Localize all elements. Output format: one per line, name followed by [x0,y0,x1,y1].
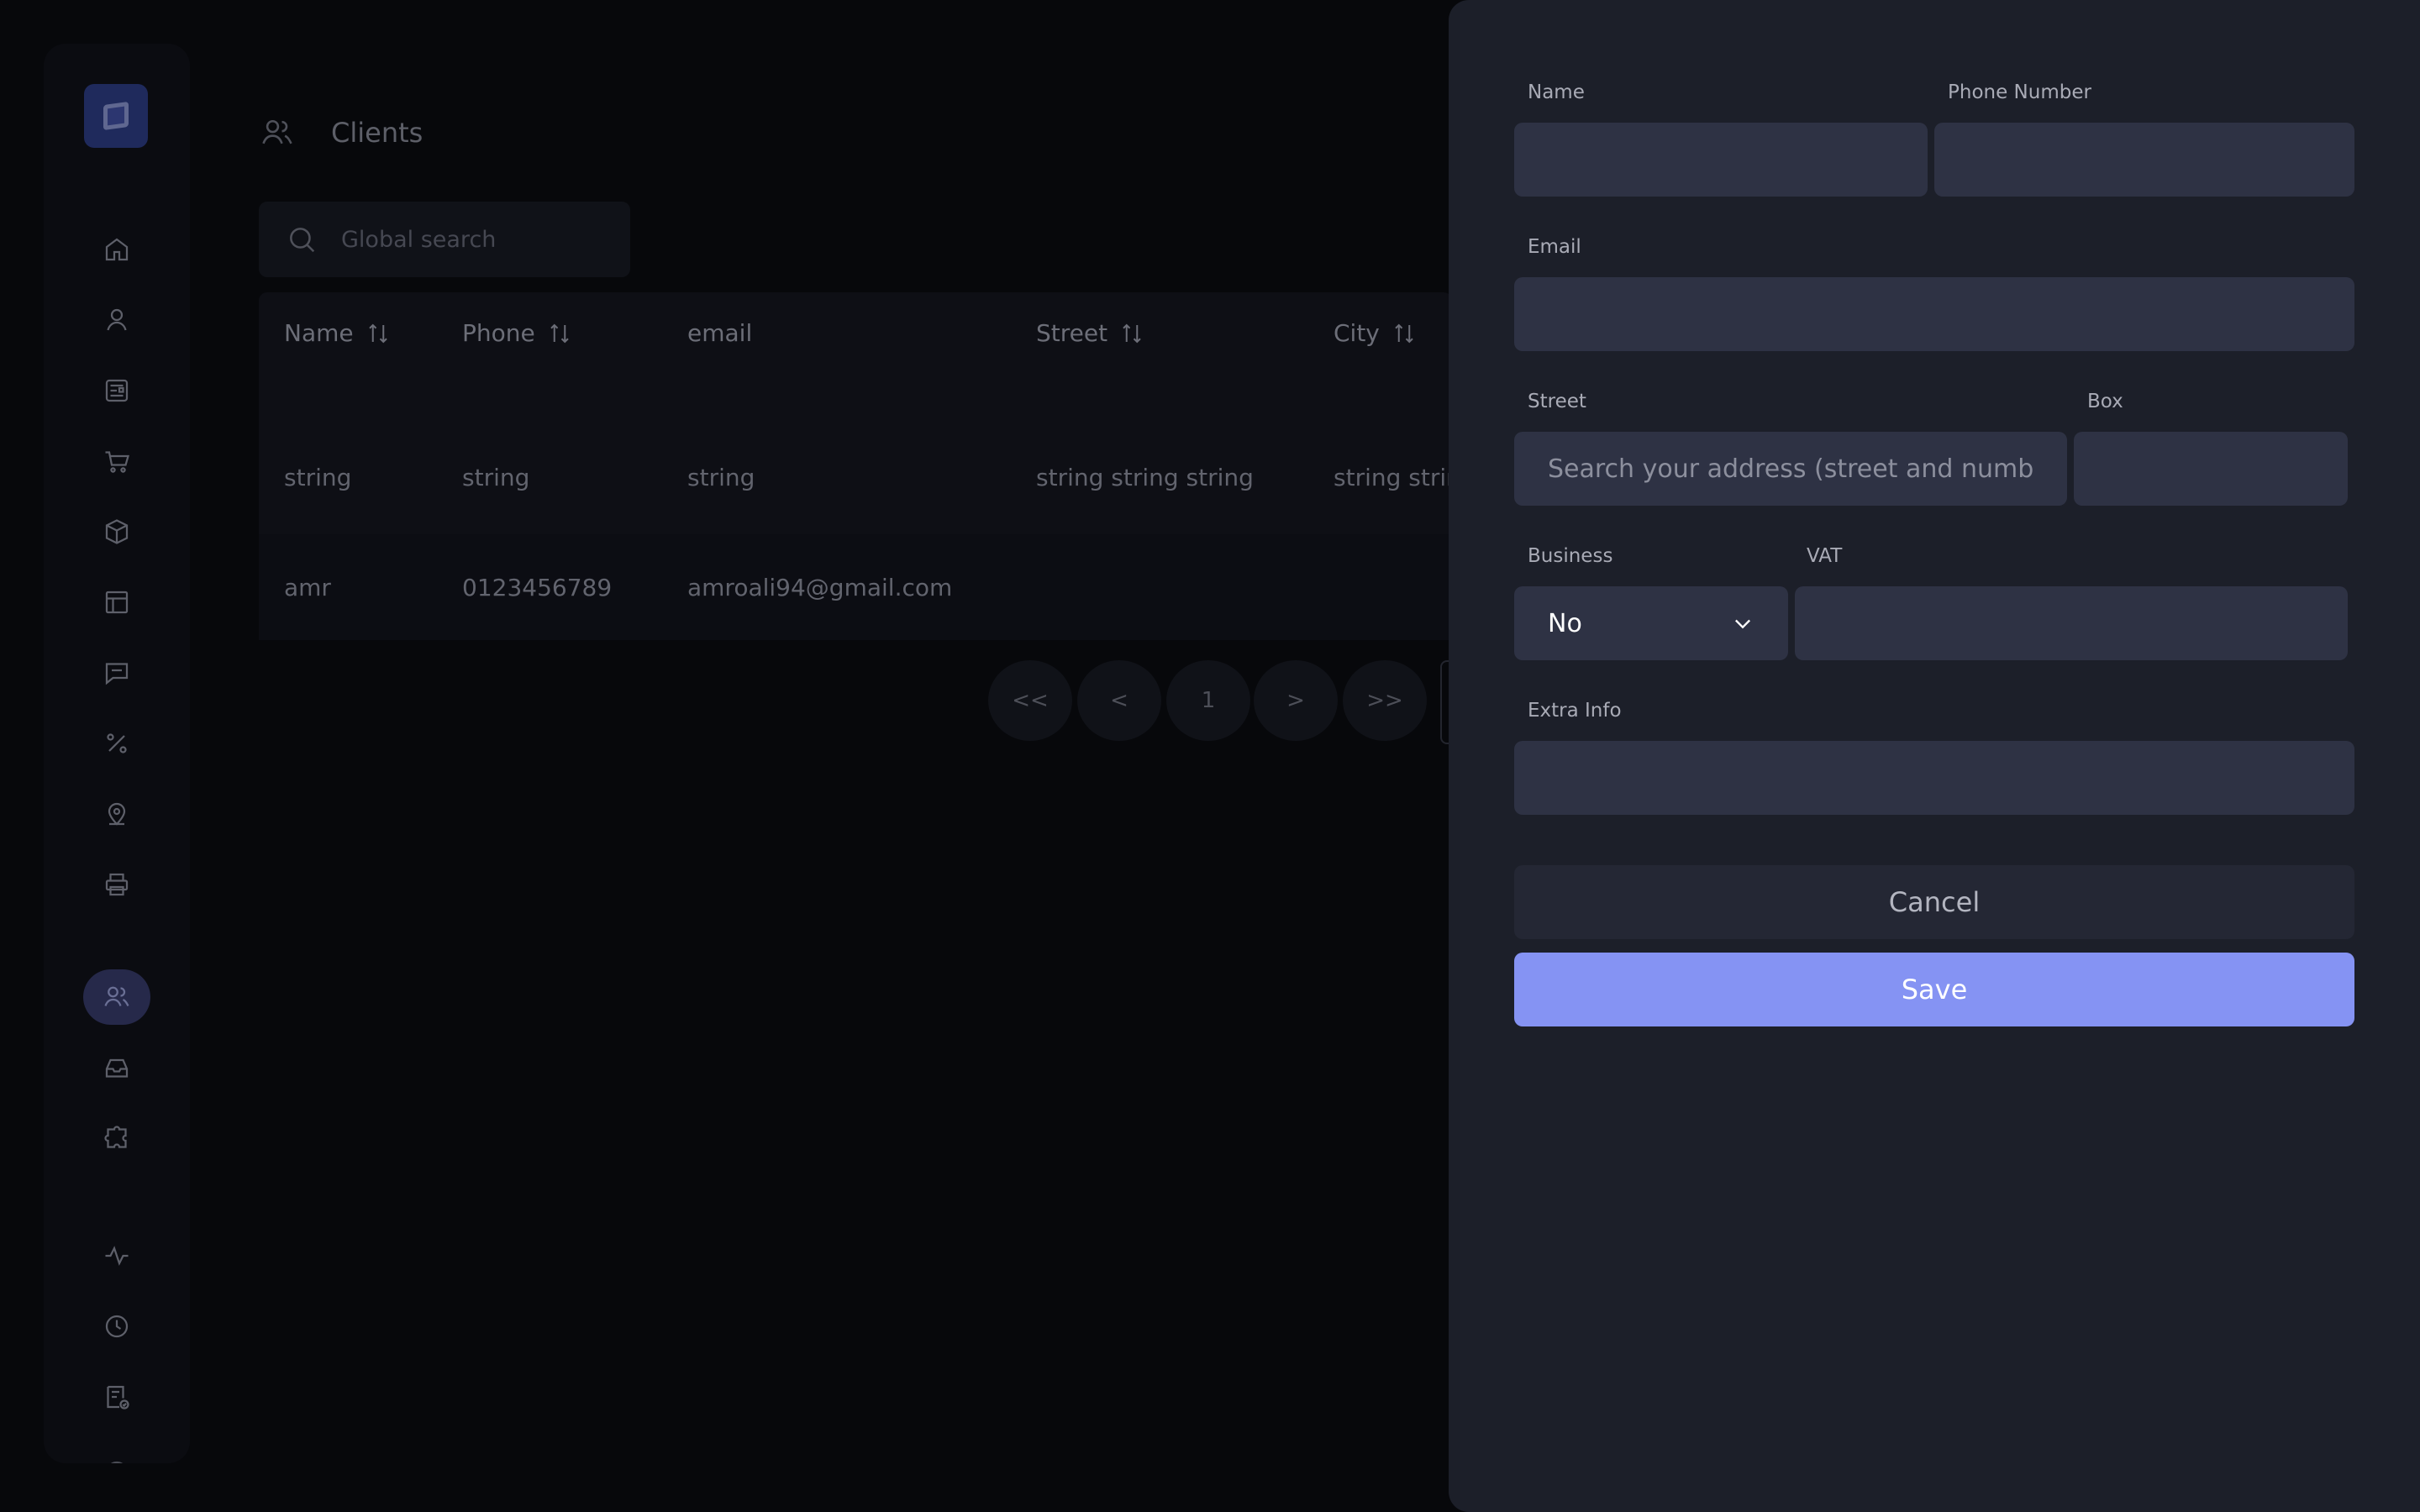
table-cell: amr [284,574,331,601]
table-cell: amroali94@gmail.com [687,574,953,601]
home-icon[interactable] [83,222,150,277]
message-icon[interactable] [83,645,150,701]
box-icon[interactable] [83,504,150,559]
printer-icon[interactable] [83,857,150,912]
last-page-label: >> [1366,688,1403,713]
email-field[interactable] [1514,277,2354,351]
column-header-email[interactable]: email [687,319,752,347]
page-header: Clients [259,114,423,151]
table-cell: string string string [1036,464,1254,491]
street-label: Street [1528,391,1586,412]
column-header-label: City [1334,319,1380,347]
box-field[interactable] [2074,432,2348,506]
column-header-label: Phone [462,319,535,347]
save-button[interactable]: Save [1514,953,2354,1026]
business-value: No [1548,608,1582,638]
column-header-city[interactable]: City [1334,319,1417,347]
cancel-button[interactable]: Cancel [1514,865,2354,939]
chevron-down-icon [1735,619,1750,629]
checklist-icon[interactable] [83,1369,150,1425]
activity-icon[interactable] [83,1228,150,1284]
location-icon[interactable] [83,786,150,842]
help-icon[interactable] [83,1445,150,1463]
users-icon[interactable] [83,969,150,1025]
business-label: Business [1528,545,1613,567]
prev-page-label: < [1110,688,1128,713]
last-page-button[interactable]: >> [1343,660,1427,741]
sort-icon[interactable] [547,320,572,347]
percent-icon[interactable] [83,716,150,771]
cart-icon[interactable] [83,433,150,489]
sidebar [44,44,190,1463]
users-icon [262,119,292,144]
global-search[interactable]: Global search [259,202,630,277]
column-header-label: Name [284,319,354,347]
extra-info-label: Extra Info [1528,700,1622,722]
first-page-label: << [1012,688,1049,713]
sort-icon[interactable] [1392,320,1417,347]
column-header-phone[interactable]: Phone [462,319,572,347]
table-cell: string [687,464,755,491]
column-header-label: Street [1036,319,1108,347]
table-cell: string strin [1334,464,1461,491]
search-placeholder: Global search [341,226,497,253]
page-number: 1 [1201,688,1216,713]
street-search-input[interactable] [1514,432,2067,506]
vat-label: VAT [1807,545,1843,567]
save-label: Save [1901,974,1968,1005]
box-label: Box [2087,391,2123,412]
app-logo[interactable] [84,84,148,148]
next-page-button[interactable]: > [1254,660,1338,741]
page-1-button[interactable]: 1 [1166,660,1250,741]
inbox-icon[interactable] [83,1040,150,1095]
column-header-name[interactable]: Name [284,319,391,347]
extra-info-field[interactable] [1514,741,2354,815]
column-header-street[interactable]: Street [1036,319,1144,347]
business-select[interactable]: No [1514,586,1788,660]
next-page-label: > [1286,688,1305,713]
table-cell: string [462,464,530,491]
vat-field[interactable] [1795,586,2348,660]
email-label: Email [1528,236,1581,258]
clock-icon[interactable] [83,1299,150,1354]
phone-field[interactable] [1934,123,2354,197]
prev-page-button[interactable]: < [1077,660,1161,741]
phone-label: Phone Number [1948,81,2091,103]
name-field[interactable] [1514,123,1928,197]
table-cell: 0123456789 [462,574,613,601]
logo-mark [103,101,129,131]
page-title: Clients [331,117,424,149]
table-cell: string [284,464,352,491]
name-label: Name [1528,81,1585,103]
column-header-label: email [687,319,753,347]
search-icon [290,228,315,253]
layout-icon[interactable] [83,575,150,630]
puzzle-icon[interactable] [83,1110,150,1166]
document-icon[interactable] [83,363,150,418]
sort-icon[interactable] [1119,320,1144,347]
sort-icon[interactable] [366,320,391,347]
user-icon[interactable] [83,292,150,348]
cancel-label: Cancel [1888,886,1981,918]
first-page-button[interactable]: << [988,660,1072,741]
